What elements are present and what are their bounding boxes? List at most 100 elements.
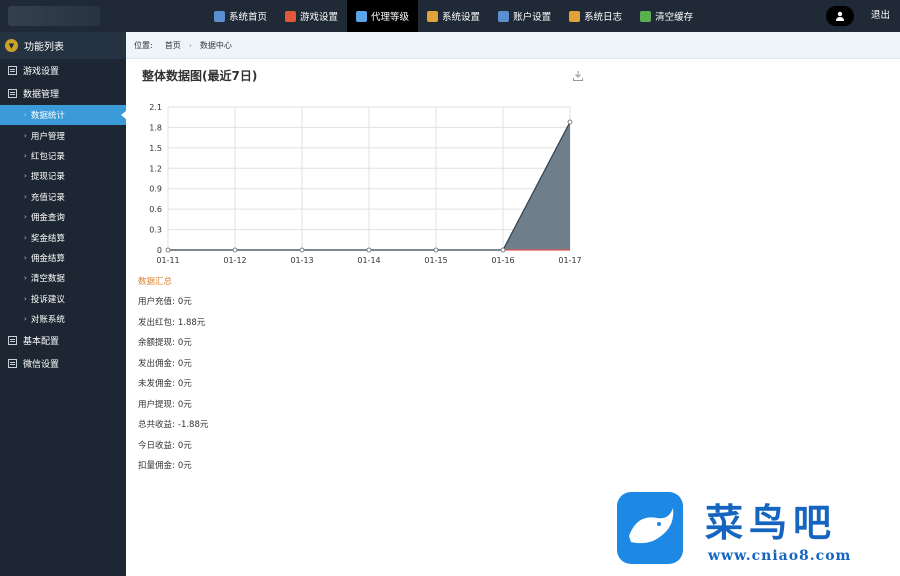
stat-label: 用户充值: [138,297,175,307]
chevron-right-icon: › [24,111,27,120]
bird-logo [617,492,683,564]
breadcrumb-current: 数据中心 [199,40,232,50]
stat-value: 0元 [177,297,192,307]
summary-title: 数据汇总 [138,277,173,287]
home-icon [214,10,225,22]
stat-value: 0元 [177,440,192,451]
sidebar-item-label: 充值记录 [30,192,65,203]
logout-button[interactable]: 退出 [871,0,890,32]
list-icon [8,336,17,346]
chevron-right-icon: › [24,192,27,201]
stat-value: 0元 [177,461,192,471]
user-button[interactable] [826,6,854,26]
download-icon[interactable] [572,70,584,82]
chevron-right-icon: › [24,213,27,222]
list-icon [8,66,17,75]
user-icon [836,11,844,21]
sidebar-item[interactable]: › 数据统计 [0,105,126,126]
stat-label: 发出红包: [138,317,175,328]
stat-value: 0元 [177,379,192,389]
stat-value: -1.88元 [177,420,209,430]
stat-row: 余额提现: 0元 [138,336,192,348]
data-point [232,247,238,253]
stat-label: 总共收益: [138,420,175,430]
stat-row: 用户提现: 0元 [138,398,192,410]
top-navbar: 系统首页 游戏设置 代理等级 系统设置 账户设置 系统日志 清空缓存 退出 [0,0,900,32]
sidebar-section-label: 微信设置 [23,360,60,371]
watermark: 菜鸟吧 www.cniao8.com [614,492,900,576]
nav-item-log[interactable]: 系统日志 [560,0,631,32]
sidebar-item[interactable]: › 红包记录 [0,146,126,166]
sidebar-item[interactable]: › 佣金查询 [0,207,126,227]
data-point [500,247,506,253]
stat-label: 发出佣金: [138,358,175,369]
sidebar-item[interactable]: › 用户管理 [0,125,126,145]
nav-item-agent[interactable]: 代理等级 [347,0,419,32]
stat-value: 0元 [177,358,192,369]
x-tick-label: 01-17 [558,256,581,265]
sidebar-item-label: 投诉建议 [30,294,65,305]
stat-row: 用户充值: 0元 [138,295,192,307]
stat-value: 0元 [177,399,192,410]
main-nav: 系统首页 游戏设置 代理等级 系统设置 账户设置 系统日志 清空缓存 [205,0,702,32]
sidebar-item-label: 佣金查询 [30,213,65,224]
clear-cache-icon [640,10,652,22]
log-icon [569,10,581,22]
chevron-right-icon: › [24,274,27,283]
stat-label: 用户提现: [138,399,175,410]
sidebar-section-label: 数据管理 [23,90,60,100]
sidebar-item[interactable]: › 对账系统 [0,309,126,329]
chevron-right-icon: › [24,315,27,324]
chevron-right-icon: › [24,131,27,140]
watermark-text: 菜鸟吧 [705,500,838,545]
x-tick-label: 01-11 [156,256,179,265]
watermark-url: www.cniao8.com [708,548,852,564]
stat-row: 发出佣金: 0元 [138,357,192,369]
chevron-right-icon: › [24,294,27,303]
game-icon [285,10,297,22]
nav-item-home[interactable]: 系统首页 [205,0,276,32]
sidebar-section-label: 基本配置 [23,337,60,348]
sidebar-section[interactable]: 数据管理 [0,82,126,105]
data-point [299,247,305,253]
sidebar-section[interactable]: 基本配置 [0,329,126,352]
sidebar-item[interactable]: › 提现记录 [0,166,126,186]
nav-item-account[interactable]: 账户设置 [489,0,560,32]
sidebar-item[interactable]: › 投诉建议 [0,289,126,309]
nav-item-tools[interactable]: 系统设置 [418,0,489,32]
sidebar-section-label: 游戏设置 [23,67,60,77]
sidebar-item-label: 用户管理 [30,131,65,142]
nav-item-label: 清空缓存 [655,12,694,23]
nav-item-clear-cache[interactable]: 清空缓存 [631,0,702,32]
data-point [165,247,171,253]
y-tick-label: 1.8 [149,123,162,132]
nav-item-game[interactable]: 游戏设置 [276,0,347,32]
nav-item-label: 系统日志 [584,12,623,23]
x-tick-label: 01-12 [223,256,246,265]
sidebar-item[interactable]: › 充值记录 [0,187,126,207]
sidebar: ▼ 功能列表 游戏设置 数据管理 › 数据统计 › 用户管理 › 红包记录 › 提现记录 › 充值记录… [0,32,126,576]
sidebar-item[interactable]: › 清空数据 [0,268,126,288]
stat-label: 未发佣金: [138,379,175,389]
y-tick-label: 0 [157,246,162,255]
sidebar-section[interactable]: 微信设置 [0,352,126,375]
stat-label: 扣量佣金: [138,461,175,471]
breadcrumb-home[interactable]: 首页 [165,40,181,51]
bird-icon [629,508,674,544]
breadcrumb: 位置: 首页 › 数据中心 [126,32,900,59]
data-chart: 0 0.3 0.6 0.9 1.2 1.5 1.8 2.1 01-11 01-12 01-13 01-… [149,103,581,265]
chevron-down-icon: ▼ [5,39,18,52]
data-point [433,247,439,253]
data-point [567,119,573,125]
sidebar-section[interactable]: 游戏设置 [0,59,126,82]
agent-icon [356,10,368,22]
y-tick-label: 1.5 [149,144,162,153]
sidebar-item-label: 数据统计 [30,111,65,122]
stat-label: 余额提现: [138,338,175,348]
sidebar-item[interactable]: › 佣金结算 [0,248,126,268]
stat-row: 今日收益: 0元 [138,439,192,451]
chevron-right-icon: › [24,151,27,160]
sidebar-item[interactable]: › 奖金结算 [0,227,126,247]
list-icon [8,359,17,369]
stat-value: 0元 [177,338,192,348]
